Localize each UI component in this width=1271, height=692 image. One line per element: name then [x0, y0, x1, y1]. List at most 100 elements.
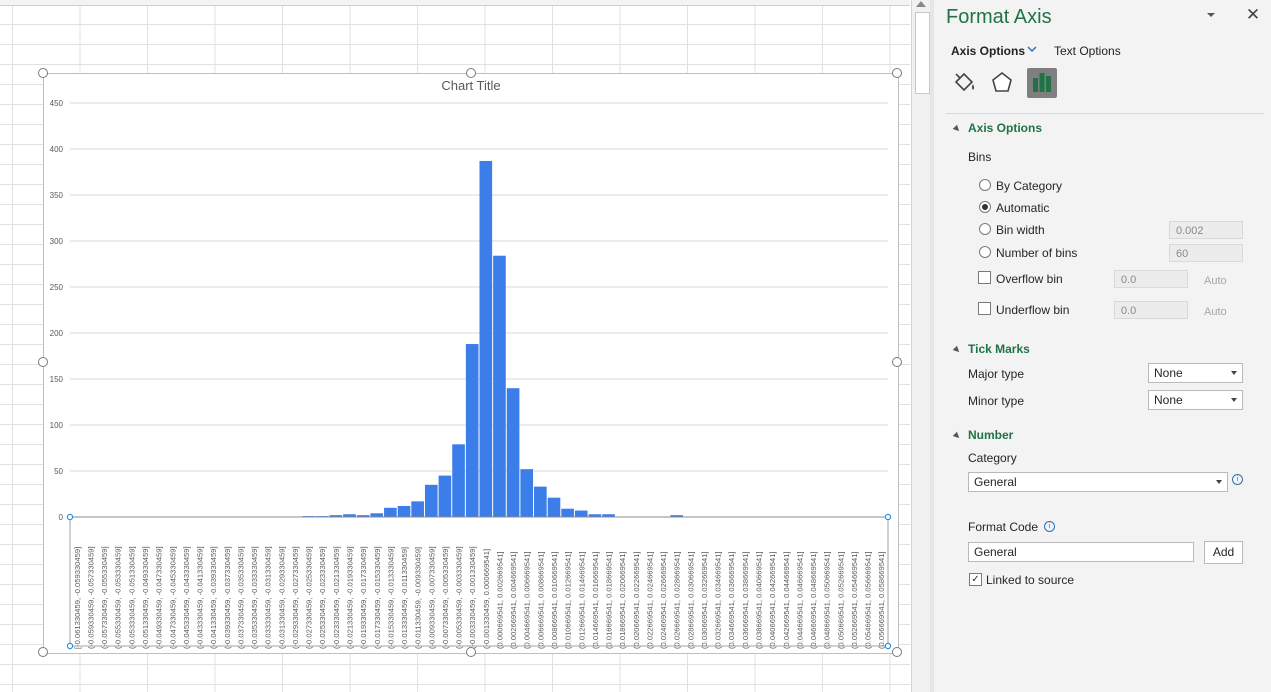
bar[interactable]: [547, 497, 561, 517]
axis-options-bar-chart-icon[interactable]: [1027, 68, 1057, 98]
y-tick-label: 250: [50, 283, 64, 292]
x-tick-label: (-0.019330459, -0.017330459]: [359, 546, 368, 649]
x-tick-label: (-0.023330459, -0.021330459]: [332, 546, 341, 649]
x-tick-label: (-0.055330459, -0.053330459]: [114, 546, 123, 649]
bin-width-label[interactable]: Bin width: [996, 223, 1045, 237]
bar[interactable]: [370, 513, 384, 517]
number-of-bins-field[interactable]: 60: [1169, 244, 1243, 262]
section-axis-options[interactable]: Axis Options: [952, 121, 1042, 135]
chevron-down-icon[interactable]: [1027, 45, 1037, 56]
bar[interactable]: [506, 388, 520, 517]
linked-to-source-checkbox[interactable]: ✓: [969, 573, 982, 586]
underflow-bin-field[interactable]: 0.0: [1114, 301, 1188, 319]
axis-selection-handle[interactable]: [66, 513, 74, 521]
overflow-bin-label[interactable]: Overflow bin: [996, 272, 1063, 286]
bin-width-field[interactable]: 0.002: [1169, 221, 1243, 239]
linked-to-source-label[interactable]: Linked to source: [986, 573, 1074, 587]
format-code-input[interactable]: General: [968, 542, 1194, 562]
category-select[interactable]: General: [968, 472, 1228, 492]
bar[interactable]: [465, 344, 479, 517]
by-category-label[interactable]: By Category: [996, 179, 1062, 193]
x-tick-label: (-0.011330459, -0.009330459]: [414, 547, 423, 649]
x-tick-label: (0.012669541, 0.014669541]: [577, 551, 586, 649]
overflow-bin-field[interactable]: 0.0: [1114, 270, 1188, 288]
chart-resize-handle-b[interactable]: [466, 647, 476, 657]
x-tick-label: (-0.005330459, -0.003330459]: [455, 546, 464, 649]
x-tick-label: (0.052669541, 0.054669541]: [850, 551, 859, 649]
effects-pentagon-icon[interactable]: [987, 68, 1017, 98]
major-type-label: Major type: [968, 367, 1025, 381]
bar[interactable]: [493, 255, 506, 517]
section-number[interactable]: Number: [952, 428, 1013, 442]
radio-bin-width[interactable]: [979, 223, 991, 235]
histogram-chart[interactable]: Chart Title 450 400 350 300 250 200 150 100 50 0 …: [43, 73, 899, 654]
bar[interactable]: [397, 505, 411, 517]
axis-selection-handle[interactable]: [884, 642, 892, 650]
x-tick-label: (0.014669541, 0.016669541]: [591, 551, 600, 649]
bar[interactable]: [438, 475, 452, 517]
spreadsheet-grid[interactable]: Chart Title 450 400 350 300 250 200 150 100 50 0 …: [0, 0, 910, 692]
chart-resize-handle-tr[interactable]: [892, 68, 902, 78]
radio-number-of-bins[interactable]: [979, 246, 991, 258]
chart-resize-handle-r[interactable]: [892, 357, 902, 367]
axis-selection-handle[interactable]: [884, 513, 892, 521]
chart-resize-handle-br[interactable]: [892, 647, 902, 657]
format-code-info-icon[interactable]: i: [1044, 521, 1055, 532]
pane-options-chevron-icon[interactable]: [1204, 8, 1218, 22]
tab-text-options[interactable]: Text Options: [1054, 44, 1121, 58]
bar[interactable]: [411, 501, 424, 517]
chart-resize-handle-t[interactable]: [466, 68, 476, 78]
bar[interactable]: [534, 486, 547, 517]
bar[interactable]: [574, 510, 588, 517]
tab-axis-options[interactable]: Axis Options: [951, 44, 1025, 58]
bar[interactable]: [520, 469, 534, 517]
number-of-bins-label[interactable]: Number of bins: [996, 246, 1077, 260]
underflow-auto-label[interactable]: Auto: [1204, 306, 1227, 318]
column-headers[interactable]: [0, 0, 910, 6]
x-axis-selection-box[interactable]: [69, 516, 889, 647]
category-info-icon[interactable]: i: [1232, 474, 1243, 485]
bar[interactable]: [479, 160, 493, 517]
chart-plot: 450 400 350 300 250 200 150 100 50 0 [-0.06133045…: [50, 99, 892, 650]
radio-automatic[interactable]: [979, 201, 991, 213]
x-tick-label: (-0.049330459, -0.047330459]: [155, 546, 164, 649]
add-button[interactable]: Add: [1204, 541, 1243, 564]
overflow-bin-checkbox[interactable]: [978, 271, 991, 284]
scroll-thumb[interactable]: [915, 12, 930, 94]
x-tick-label: (-0.001330459, 0.000669541]: [482, 549, 491, 649]
close-icon[interactable]: ✕: [1245, 5, 1261, 24]
chart-resize-handle-l[interactable]: [38, 357, 48, 367]
x-tick-label: (-0.031330459, -0.029330459]: [277, 546, 286, 649]
chart-resize-handle-bl[interactable]: [38, 647, 48, 657]
category-value: General: [974, 475, 1017, 489]
x-tick-label: (-0.047330459, -0.045330459]: [168, 546, 177, 649]
x-tick-label: (0.024669541, 0.026669541]: [659, 551, 668, 649]
x-tick-label: (-0.033330459, -0.031330459]: [264, 546, 273, 649]
vertical-scrollbar[interactable]: [911, 0, 931, 692]
bar[interactable]: [384, 507, 397, 517]
major-type-select[interactable]: None: [1148, 363, 1243, 383]
bar[interactable]: [424, 484, 438, 517]
x-tick-label: (0.004669541, 0.006669541]: [523, 551, 532, 649]
minor-type-select[interactable]: None: [1148, 390, 1243, 410]
overflow-auto-label[interactable]: Auto: [1204, 275, 1227, 287]
x-tick-label: (0.054669541, 0.056669541]: [864, 551, 873, 649]
automatic-label[interactable]: Automatic: [996, 201, 1049, 215]
x-tick-label: (-0.057330459, -0.055330459]: [100, 546, 109, 649]
chart-resize-handle-tl[interactable]: [38, 68, 48, 78]
format-code-label: Format Code: [968, 520, 1039, 534]
section-tick-marks[interactable]: Tick Marks: [952, 342, 1030, 356]
x-tick-label: (-0.027330459, -0.025330459]: [305, 546, 314, 649]
bar[interactable]: [561, 508, 574, 517]
radio-by-category[interactable]: [979, 179, 991, 191]
scroll-up-arrow-icon[interactable]: [916, 1, 926, 7]
x-tick-label: (0.032669541, 0.034669541]: [714, 551, 723, 649]
x-tick-label: (-0.029330459, -0.027330459]: [291, 546, 300, 649]
underflow-bin-label[interactable]: Underflow bin: [996, 303, 1069, 317]
y-tick-label: 150: [50, 375, 64, 384]
fill-line-icon[interactable]: [950, 68, 980, 98]
underflow-bin-checkbox[interactable]: [978, 302, 991, 315]
x-tick-label: (0.046669541, 0.048669541]: [809, 551, 818, 649]
axis-selection-handle[interactable]: [66, 642, 74, 650]
bar[interactable]: [452, 444, 465, 517]
